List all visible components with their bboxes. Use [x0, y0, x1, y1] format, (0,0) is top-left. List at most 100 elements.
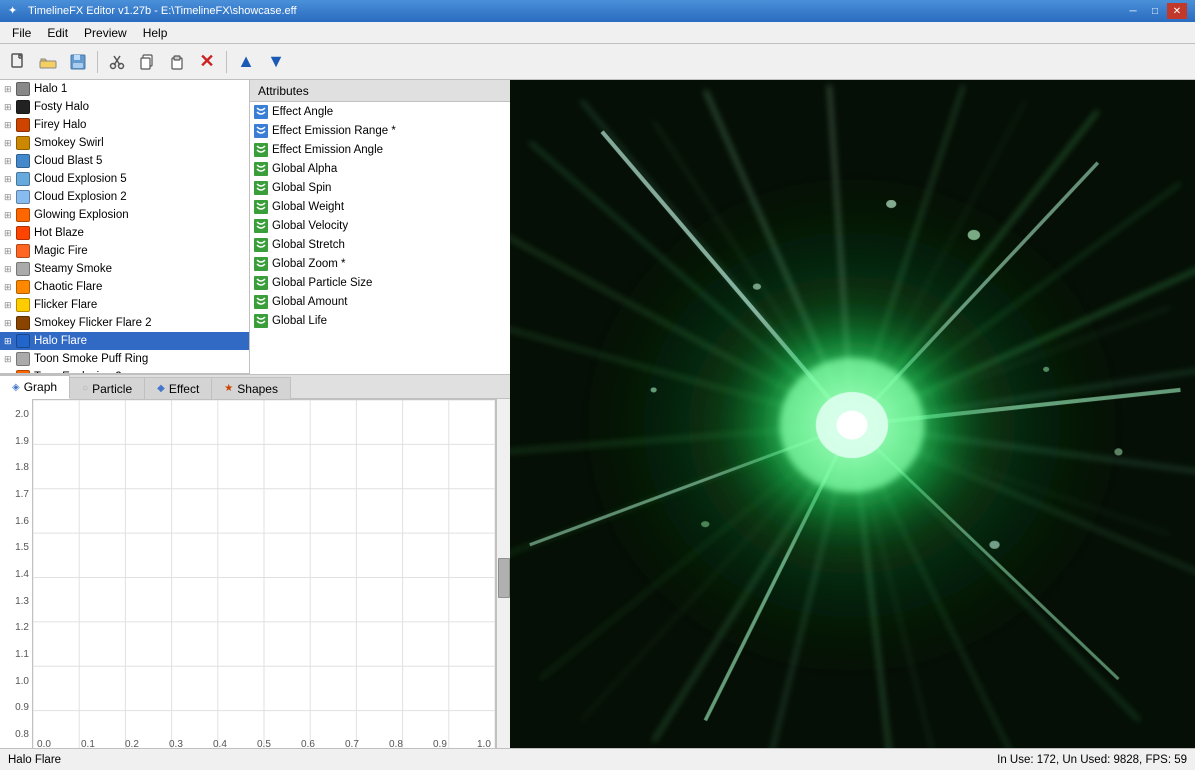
effect-thumb-5	[16, 172, 30, 186]
menu-preview[interactable]: Preview	[76, 24, 135, 42]
attr-item-5[interactable]: Global Weight	[250, 197, 510, 216]
app: ✦ TimelineFX Editor v1.27b - E:\Timeline…	[0, 0, 1195, 770]
expand-icon-10: ⊞	[4, 264, 14, 274]
menu-file[interactable]: File	[4, 24, 39, 42]
attr-item-4[interactable]: Global Spin	[250, 178, 510, 197]
tab-icon-1: ○	[82, 383, 88, 394]
graph-grid-container[interactable]: 0.00.10.20.30.40.50.60.70.80.91.0	[32, 399, 496, 756]
cut-button[interactable]	[103, 48, 131, 76]
attr-icon-0	[254, 105, 268, 119]
effect-item-5[interactable]: ⊞ Cloud Explosion 5	[0, 170, 249, 188]
y-label: 1.0	[0, 676, 29, 687]
effect-name-1: Fosty Halo	[34, 101, 89, 113]
expand-icon-15: ⊞	[4, 354, 14, 364]
graph-svg	[33, 400, 495, 755]
attr-name-6: Global Velocity	[272, 220, 348, 232]
attr-name-5: Global Weight	[272, 201, 344, 213]
window-controls: ─ □ ✕	[1123, 3, 1187, 19]
y-label: 2.0	[0, 409, 29, 420]
delete-button[interactable]: ✕	[193, 48, 221, 76]
maximize-button[interactable]: □	[1145, 3, 1165, 19]
effect-item-15[interactable]: ⊞Toon Smoke Puff Ring	[0, 350, 249, 368]
effect-item-4[interactable]: ⊞Cloud Blast 5	[0, 152, 249, 170]
y-label: 1.6	[0, 516, 29, 527]
attr-icon-11	[254, 314, 268, 328]
attr-name-3: Global Alpha	[272, 163, 337, 175]
tab-icon-3: ★	[224, 383, 233, 394]
effect-thumb-7	[16, 208, 30, 222]
tab-graph[interactable]: ◈Graph	[0, 375, 70, 399]
minimize-button[interactable]: ─	[1123, 3, 1143, 19]
attr-icon-9	[254, 276, 268, 290]
y-label: 1.3	[0, 596, 29, 607]
attr-list[interactable]: Effect AngleEffect Emission Range * Effec…	[250, 102, 510, 374]
attr-item-7[interactable]: Global Stretch	[250, 235, 510, 254]
effect-item-3[interactable]: ⊞Smokey Swirl	[0, 134, 249, 152]
expand-icon-5: ⊞	[4, 174, 14, 184]
effect-item-14[interactable]: ⊞Halo Flare	[0, 332, 249, 350]
effect-thumb-11	[16, 280, 30, 294]
attr-item-6[interactable]: Global Velocity	[250, 216, 510, 235]
attr-item-9[interactable]: Global Particle Size	[250, 273, 510, 292]
expand-icon-9: ⊞	[4, 246, 14, 256]
effect-name-0: Halo 1	[34, 83, 67, 95]
tab-particle[interactable]: ○Particle	[70, 377, 145, 399]
y-label: 1.1	[0, 649, 29, 660]
new-button[interactable]	[4, 48, 32, 76]
effect-thumb-6	[16, 190, 30, 204]
y-label: 1.4	[0, 569, 29, 580]
y-label: 1.5	[0, 542, 29, 553]
effect-item-6[interactable]: ⊞Cloud Explosion 2	[0, 188, 249, 206]
toolbar-sep-2	[226, 51, 227, 73]
effect-thumb-12	[16, 298, 30, 312]
attr-item-0[interactable]: Effect Angle	[250, 102, 510, 121]
effect-name-11: Chaotic Flare	[34, 281, 102, 293]
save-button[interactable]	[64, 48, 92, 76]
toolbar-sep-1	[97, 51, 98, 73]
effect-thumb-16	[16, 370, 30, 374]
move-down-button[interactable]: ▼	[262, 48, 290, 76]
effect-item-0[interactable]: ⊞Halo 1	[0, 80, 249, 98]
effect-thumb-14	[16, 334, 30, 348]
tab-effect[interactable]: ◆Effect	[145, 377, 212, 399]
effect-item-1[interactable]: ⊞Fosty Halo	[0, 98, 249, 116]
open-button[interactable]	[34, 48, 62, 76]
effect-item-9[interactable]: ⊞Magic Fire	[0, 242, 249, 260]
move-up-button[interactable]: ▲	[232, 48, 260, 76]
attr-item-2[interactable]: Effect Emission Angle	[250, 140, 510, 159]
attr-icon-6	[254, 219, 268, 233]
effect-name-16: Toon Explosion 2	[34, 371, 122, 374]
toolbar: ✕ ▲ ▼	[0, 44, 1195, 80]
effect-item-10[interactable]: ⊞Steamy Smoke	[0, 260, 249, 278]
attr-item-3[interactable]: Global Alpha	[250, 159, 510, 178]
effect-item-16[interactable]: ⊞Toon Explosion 2	[0, 368, 249, 374]
effect-item-2[interactable]: ⊞Firey Halo	[0, 116, 249, 134]
effect-name-5: Cloud Explosion 5	[34, 173, 127, 185]
graph-vscroll[interactable]	[496, 399, 510, 756]
paste-button[interactable]	[163, 48, 191, 76]
effect-item-8[interactable]: ⊞Hot Blaze	[0, 224, 249, 242]
effect-item-12[interactable]: ⊞Flicker Flare	[0, 296, 249, 314]
attr-item-11[interactable]: Global Life	[250, 311, 510, 330]
effect-item-11[interactable]: ⊞Chaotic Flare	[0, 278, 249, 296]
close-button[interactable]: ✕	[1167, 3, 1187, 19]
expand-icon-2: ⊞	[4, 120, 14, 130]
copy-button[interactable]	[133, 48, 161, 76]
attr-icon-1	[254, 124, 268, 138]
attr-item-1[interactable]: Effect Emission Range *	[250, 121, 510, 140]
menu-help[interactable]: Help	[135, 24, 176, 42]
attr-name-2: Effect Emission Angle	[272, 144, 383, 156]
effect-item-13[interactable]: ⊞Smokey Flicker Flare 2	[0, 314, 249, 332]
effect-name-6: Cloud Explosion 2	[34, 191, 127, 203]
attr-icon-3	[254, 162, 268, 176]
attr-item-8[interactable]: Global Zoom *	[250, 254, 510, 273]
tab-shapes[interactable]: ★Shapes	[212, 377, 291, 399]
attr-item-10[interactable]: Global Amount	[250, 292, 510, 311]
top-panels: ⊞Halo 1⊞Fosty Halo⊞Firey Halo⊞Smokey Swi…	[0, 80, 510, 375]
effect-list[interactable]: ⊞Halo 1⊞Fosty Halo⊞Firey Halo⊞Smokey Swi…	[0, 80, 249, 374]
effect-name-3: Smokey Swirl	[34, 137, 104, 149]
y-label: 1.9	[0, 436, 29, 447]
effect-list-panel: ⊞Halo 1⊞Fosty Halo⊞Firey Halo⊞Smokey Swi…	[0, 80, 250, 374]
menu-edit[interactable]: Edit	[39, 24, 76, 42]
effect-item-7[interactable]: ⊞Glowing Explosion	[0, 206, 249, 224]
